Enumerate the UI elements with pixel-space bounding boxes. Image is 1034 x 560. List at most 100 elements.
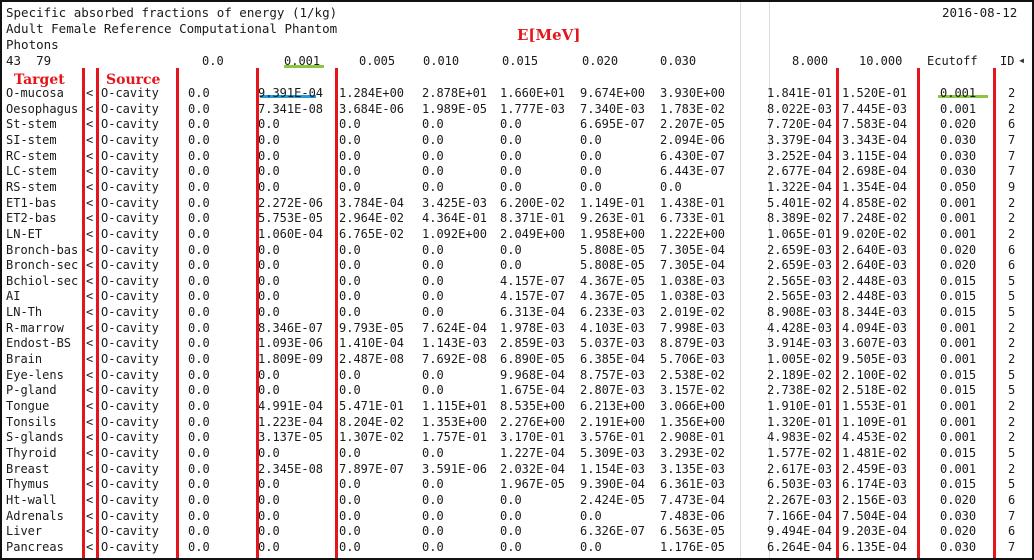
value-cell: 6.264E-04 [767,539,833,554]
value-cell: 0.0 [258,258,280,273]
value-cell: 0.0 [500,539,522,554]
value-cell: 3.379E-04 [767,132,833,147]
table-row: SI-stem < O-cavity 0.0 0.0 0.0 0.0 0.0 0.0 2.094E… [2,133,1032,149]
table-row: Adrenals < O-cavity 0.0 0.0 0.0 0.0 0.0 0.0 7.483… [2,509,1032,525]
separator-e10 [917,68,920,558]
value-cell: 7.305E-04 [660,258,726,273]
value-cell: 7.692E-08 [422,352,488,367]
value-cell: 2.207E-05 [660,117,726,132]
value-cell: 4.157E-07 [500,273,566,288]
value-cell: 1.149E-01 [580,195,646,210]
value-cell: 0.0 [422,367,444,382]
arrow-left-icon: < [86,86,94,100]
value-cell: 9.505E-03 [842,352,908,367]
value-cell: 8.879E-03 [660,336,726,351]
value-cell: 0.030 [940,539,977,554]
value-cell: 4.858E-02 [842,195,908,210]
value-cell: 0.0 [339,492,361,507]
target-cell: LN-Th [6,305,43,320]
value-cell: 0.0 [339,367,361,382]
table-row: Eye-lens < O-cavity 0.0 0.0 0.0 0.0 9.968E-04 8.… [2,368,1032,384]
value-cell: 3.576E-01 [580,430,646,445]
phantom-name: Adult Female Reference Computational Pha… [6,21,338,36]
value-cell: 9.494E-04 [767,524,833,539]
target-cell: R-marrow [6,320,64,335]
value-cell: 1.910E-01 [767,399,833,413]
value-cell: 2.459E-03 [842,461,908,476]
value-cell: 4.364E-01 [422,211,488,226]
value-cell: 0.0 [422,242,444,257]
value-cell: 1.978E-03 [500,320,566,335]
value-cell: 0.0 [188,211,210,226]
file-date: 2016-08-12 [942,5,1018,20]
id-cell: 2 [1008,352,1016,367]
arrow-left-icon: < [86,195,94,210]
value-cell: 0.0 [500,164,522,179]
source-cell: O-cavity [101,524,159,539]
value-cell: 0.0 [258,289,280,304]
source-cell: O-cavity [101,195,159,210]
value-cell: 4.157E-07 [500,289,566,304]
separator-source [96,68,99,558]
value-cell: 2.189E-02 [767,367,833,382]
value-cell: 2.738E-02 [767,383,833,398]
arrow-left-icon: < [86,367,94,382]
value-cell: 3.591E-06 [422,461,488,476]
value-cell: 6.503E-03 [767,477,833,492]
value-cell: 6.765E-02 [339,226,405,241]
value-cell: 0.0 [188,508,210,523]
value-cell: 1.777E-03 [500,101,566,116]
id-cell: 6 [1008,492,1016,507]
value-cell: 0.0 [188,524,210,539]
value-cell: 0.0 [258,367,280,382]
value-cell: 1.481E-02 [842,445,908,460]
target-cell: Tongue [6,399,50,413]
column-header: ID [1000,54,1015,68]
arrow-left-icon: < [86,273,94,288]
id-cell: 6 [1008,258,1016,273]
value-cell: 0.020 [940,492,977,507]
value-cell: 4.991E-04 [258,399,324,413]
value-cell: 8.344E-03 [842,305,908,320]
table-row: St-stem < O-cavity 0.0 0.0 0.0 0.0 0.0 6.695E-07… [2,117,1032,133]
target-cell: LN-ET [6,226,43,241]
value-cell: 0.0 [580,539,602,554]
value-cell: 2.345E-08 [258,461,324,476]
value-cell: 5.401E-02 [767,195,833,210]
value-cell: 1.005E-02 [767,352,833,367]
value-cell: 2.448E-03 [842,289,908,304]
value-cell: 0.001 [940,414,977,429]
arrow-left-icon: < [86,148,94,163]
value-cell: 0.0 [258,164,280,179]
value-cell: 0.0 [258,117,280,132]
value-cell: 7.166E-04 [767,508,833,523]
value-cell: 3.784E-04 [339,195,405,210]
source-cell: O-cavity [101,430,159,445]
value-cell: 0.0 [500,179,522,194]
id-cell: 2 [1008,461,1016,476]
table-row: S-glands < O-cavity 0.0 3.137E-05 1.307E-02 1.… [2,430,1032,446]
value-cell: 0.0 [339,273,361,288]
value-cell: 6.361E-03 [660,477,726,492]
column-header: Ecutoff [927,54,978,68]
target-cell: P-gland [6,383,57,398]
value-cell: 0.0 [188,320,210,335]
source-cell: O-cavity [101,539,159,554]
highlight-underline-0001 [284,65,324,68]
value-cell: 7.720E-04 [767,117,833,132]
table-row: P-gland < O-cavity 0.0 0.0 0.0 0.0 1.675E-04 2.8… [2,383,1032,399]
value-cell: 2.094E-06 [660,132,726,147]
value-cell: 7.305E-04 [660,242,726,257]
value-cell: 0.0 [188,367,210,382]
id-cell: 2 [1008,320,1016,335]
target-cell: Thymus [6,477,50,492]
value-cell: 0.001 [940,399,977,413]
value-cell: 0.0 [258,508,280,523]
value-cell: 0.0 [258,524,280,539]
table-row: ET2-bas < O-cavity 0.0 5.753E-05 2.964E-02 4.3… [2,211,1032,227]
value-cell: 0.0 [188,179,210,194]
value-cell: 0.0 [188,352,210,367]
value-cell: 1.989E-05 [422,101,488,116]
target-cell: Tonsils [6,414,57,429]
value-cell: 1.223E-04 [258,414,324,429]
